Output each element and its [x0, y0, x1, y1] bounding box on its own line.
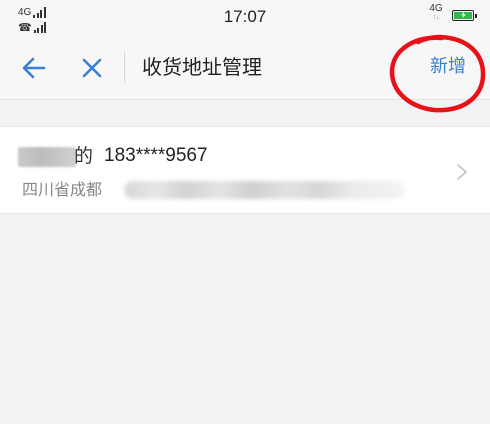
nav-bar: 收货地址管理 新增: [0, 34, 490, 100]
name-redacted: [18, 147, 76, 167]
add-address-button[interactable]: 新增: [430, 52, 466, 82]
battery-fill: [454, 12, 472, 19]
chevron-right-icon: [457, 164, 467, 180]
back-button[interactable]: [20, 54, 48, 82]
battery-icon: [452, 10, 477, 21]
close-icon: [82, 58, 102, 78]
screen: 4G ☎ 17:07 4G ↑↓ 收货地址管理 新增 的 183****9567…: [0, 0, 490, 424]
data-type-label: 4G: [429, 3, 443, 14]
recipient-phone: 183****9567: [104, 145, 208, 166]
arrow-left-icon: [22, 57, 46, 79]
address-text: 四川省成都: [22, 180, 103, 199]
nav-divider: [124, 51, 125, 83]
page-title: 收货地址管理: [142, 55, 262, 79]
address-redacted: [124, 181, 404, 199]
mobile-data-indicator: 4G ↑↓: [428, 4, 444, 22]
data-arrows-icon: ↑↓: [432, 14, 440, 21]
charging-bolt-icon: [461, 12, 466, 18]
address-list-item[interactable]: 的 183****9567 四川省成都: [0, 126, 490, 214]
clock: 17:07: [223, 7, 267, 26]
close-button[interactable]: [78, 54, 106, 82]
status-bar: 4G ☎ 17:07 4G ↑↓: [0, 0, 490, 34]
recipient-name-tail: 的: [74, 145, 94, 167]
